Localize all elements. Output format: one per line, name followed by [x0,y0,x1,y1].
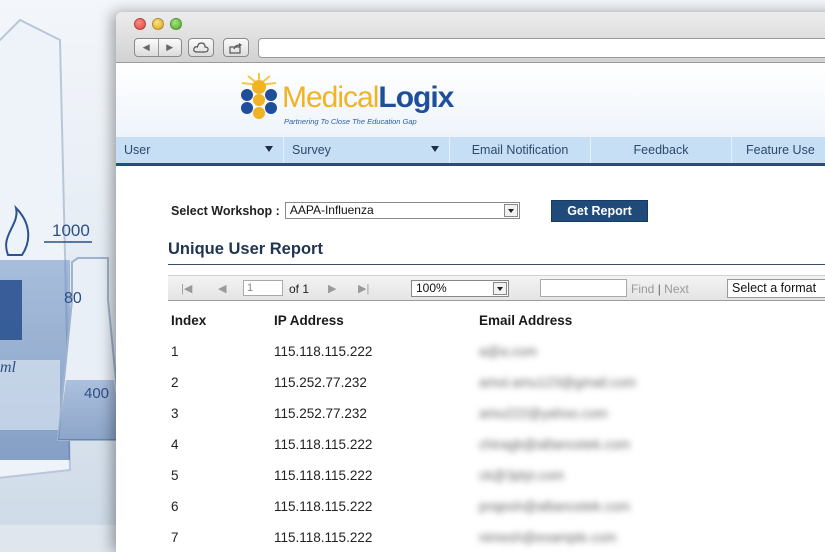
column-header-email-address: Email Address [479,313,573,328]
next-page-icon[interactable]: ▶ [328,282,336,295]
logo-wordmark-logix: Logix [378,81,454,114]
cell-index: 7 [171,530,179,545]
page-count: of 1 [289,282,310,296]
page-number-input[interactable]: 1 [243,280,283,296]
logo-wordmark: MedicalLogix [282,81,454,115]
table-row: 6 115.118.115.222 prajesh@alliancetek.co… [116,497,825,528]
get-report-button[interactable]: Get Report [551,200,648,222]
browser-toolbar: ◀ ▶ [116,12,825,63]
find-next-links: Find | Next [631,282,689,296]
svg-text:80: 80 [64,290,82,307]
dropdown-arrow-icon[interactable] [493,282,507,295]
cell-index: 3 [171,406,179,421]
table-row: 7 115.118.115.222 nimesh@example.com [116,528,825,552]
cell-index: 2 [171,375,179,390]
cloud-icon [193,42,209,53]
svg-text:ml: ml [0,359,17,376]
back-arrow-icon[interactable]: ◀ [135,39,159,56]
find-input[interactable] [540,279,627,297]
cell-index: 6 [171,499,179,514]
table-row: 2 115.252.77.232 amol.amu123@gmail.com [116,373,825,404]
cell-email: nimesh@example.com [479,530,617,545]
workshop-selector: Select Workshop : AAPA-Influenza [171,202,520,219]
report-toolbar: |◀ ◀ 1 of 1 ▶ ▶| 100% Find | Next Select… [168,275,825,301]
logo-tagline: Partnering To Close The Education Gap [284,117,417,126]
menu-feature-use-label: Feature Use [746,143,815,157]
find-link[interactable]: Find [631,282,654,296]
column-header-index: Index [171,313,207,328]
cell-ip: 115.118.115.222 [274,437,373,452]
cell-ip: 115.252.77.232 [274,406,367,421]
cell-email: chiragb@alliancetek.com [479,437,631,452]
cell-ip: 115.118.115.222 [274,344,373,359]
report-table-body: 1 115.118.115.222 a@a.com 2 115.252.77.2… [116,342,825,552]
logo-wordmark-medical: Medical [282,81,379,114]
cell-email: a@a.com [479,344,537,359]
browser-window: ◀ ▶ MedicalLogix Partnering To Close The… [116,12,825,552]
zoom-value: 100% [416,281,447,295]
web-page: MedicalLogix Partnering To Close The Edu… [116,63,825,552]
cell-ip: 115.118.115.222 [274,499,373,514]
menu-user-label: User [124,143,151,157]
last-page-icon[interactable]: ▶| [358,282,369,295]
menu-email-notification[interactable]: Email Notification [450,137,591,163]
close-window-icon[interactable] [134,18,146,30]
workshop-label: Select Workshop : [171,203,280,218]
cell-index: 1 [171,344,179,359]
share-icon [229,42,242,54]
svg-text:1000: 1000 [52,221,90,240]
cell-ip: 115.252.77.232 [274,375,367,390]
chevron-down-icon [431,146,439,152]
workshop-select-value: AAPA-Influenza [289,203,374,217]
cloud-button[interactable] [188,38,214,57]
table-row: 3 115.252.77.232 amu222@yahoo.com [116,404,825,435]
site-header: MedicalLogix Partnering To Close The Edu… [116,63,825,137]
first-page-icon[interactable]: |◀ [181,282,192,295]
menu-email-notification-label: Email Notification [471,143,569,157]
svg-text:400: 400 [84,385,109,402]
cell-ip: 115.118.115.222 [274,468,373,483]
address-bar[interactable] [258,38,825,58]
menu-survey[interactable]: Survey [284,137,450,163]
previous-page-icon[interactable]: ◀ [218,282,226,295]
main-menu: User Survey Email Notification Feedback … [116,137,825,166]
zoom-select[interactable]: 100% [411,280,509,297]
cell-email: amol.amu123@gmail.com [479,375,637,390]
medicallogix-logo[interactable]: MedicalLogix Partnering To Close The Edu… [236,71,476,133]
forward-arrow-icon[interactable]: ▶ [159,39,182,56]
cell-email: prajesh@alliancetek.com [479,499,631,514]
cell-ip: 115.118.115.222 [274,530,373,545]
workshop-select[interactable]: AAPA-Influenza [284,202,520,219]
table-row: 4 115.118.115.222 chiragb@alliancetek.co… [116,435,825,466]
menu-feature-use[interactable]: Feature Use [732,137,825,163]
menu-feedback[interactable]: Feedback [591,137,732,163]
dropdown-arrow-icon[interactable] [503,204,518,217]
menu-feedback-label: Feedback [633,143,689,157]
zoom-window-icon[interactable] [170,18,182,30]
chevron-down-icon [265,146,273,152]
next-link[interactable]: Next [664,282,689,296]
minimize-window-icon[interactable] [152,18,164,30]
table-row: 1 115.118.115.222 a@a.com [116,342,825,373]
column-header-ip-address: IP Address [274,313,344,328]
history-nav: ◀ ▶ [134,38,182,57]
menu-user[interactable]: User [116,137,284,163]
cell-email: ck@3plyt.com [479,468,564,483]
share-button[interactable] [223,38,249,57]
cell-index: 4 [171,437,179,452]
cell-email: amu222@yahoo.com [479,406,608,421]
export-format-select[interactable]: Select a format [727,279,825,298]
menu-survey-label: Survey [292,143,331,157]
find-separator: | [657,282,661,296]
cell-index: 5 [171,468,179,483]
table-row: 5 115.118.115.222 ck@3plyt.com [116,466,825,497]
logo-molecule-icon [241,73,277,119]
report-title: Unique User Report [168,240,323,258]
title-divider [168,264,825,265]
